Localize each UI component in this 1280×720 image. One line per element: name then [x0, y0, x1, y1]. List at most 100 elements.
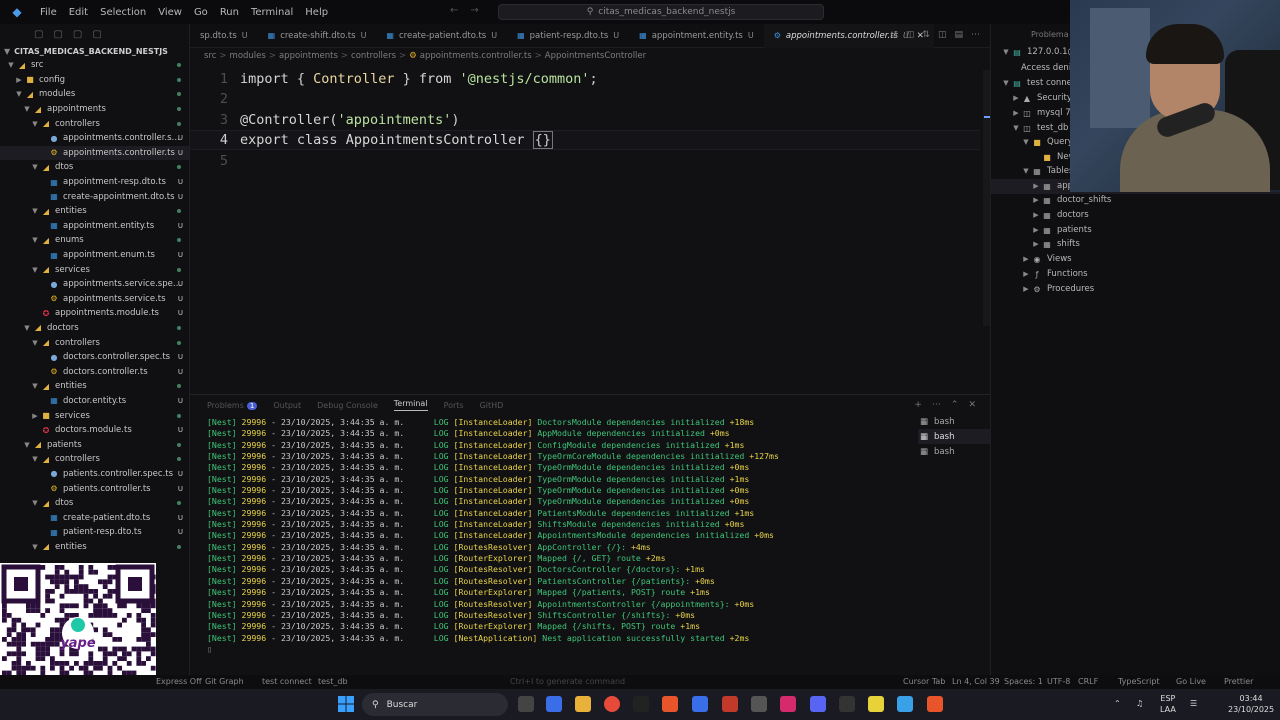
tab-sp-dto-ts[interactable]: sp.dto.ts U: [190, 24, 258, 48]
db-tree-item[interactable]: ▶ ◉ Views: [991, 252, 1071, 267]
code-line-2[interactable]: 2: [190, 89, 980, 109]
wifi-icon[interactable]: ☰: [1190, 698, 1197, 709]
tree-item[interactable]: ⚙ patients.controller.ts U: [0, 481, 189, 496]
status-golive[interactable]: Go Live: [1176, 677, 1206, 686]
keyboard-language[interactable]: ESP LAA: [1160, 693, 1176, 715]
tree-item[interactable]: ▼ ◢ src: [0, 58, 189, 73]
history-icon[interactable]: ↺: [890, 30, 898, 40]
breadcrumb-item[interactable]: appointments: [279, 51, 338, 61]
tree-item[interactable]: ▶ ■ services: [0, 408, 189, 423]
tree-item[interactable]: ▼ ◢ dtos: [0, 160, 189, 175]
menu-run[interactable]: Run: [214, 7, 245, 18]
close-icon[interactable]: ✕: [968, 400, 976, 410]
taskbar-search[interactable]: ⚲ Buscar: [362, 693, 508, 716]
tree-item[interactable]: ▦ create-appointment.dto.ts U: [0, 189, 189, 204]
tree-item[interactable]: ● appointments.controller.spe... U: [0, 131, 189, 146]
chrome-icon[interactable]: [604, 696, 620, 712]
tree-item[interactable]: ⚙ appointments.service.ts U: [0, 292, 189, 307]
windows-start-icon[interactable]: [338, 696, 354, 712]
tree-item[interactable]: ▼ ◢ enums: [0, 233, 189, 248]
tree-item[interactable]: ▼ ◢ entities: [0, 204, 189, 219]
tree-item[interactable]: ● patients.controller.spec.ts U: [0, 467, 189, 482]
tab-githd[interactable]: GitHD: [480, 401, 504, 410]
split-editor-icon[interactable]: ◫: [938, 30, 947, 40]
status-express[interactable]: Express Off: [156, 677, 202, 686]
nav-arrows[interactable]: ←→: [450, 5, 491, 16]
tray-chevron-icon[interactable]: ⌃: [1114, 698, 1121, 709]
tab-create-shift-dto-ts[interactable]: ▦ create-shift.dto.ts U: [258, 24, 377, 48]
tree-item[interactable]: ● appointments.service.spec.ts U: [0, 277, 189, 292]
app-icon[interactable]: [897, 696, 913, 712]
tree-item[interactable]: ● doctors.controller.spec.ts U: [0, 350, 189, 365]
app-icon[interactable]: [780, 696, 796, 712]
status-cursor-tab[interactable]: Cursor Tab: [903, 677, 945, 686]
breadcrumb-item[interactable]: modules: [230, 51, 266, 61]
tree-item[interactable]: ▦ appointment-resp.dto.ts U: [0, 175, 189, 190]
file-explorer-icon[interactable]: [575, 696, 591, 712]
tab-debug-console[interactable]: Debug Console: [317, 401, 378, 410]
copilot-icon[interactable]: [546, 696, 562, 712]
status-database[interactable]: test_db: [318, 677, 348, 686]
tree-item[interactable]: ▼ ◢ controllers: [0, 452, 189, 467]
tab-terminal[interactable]: Terminal: [393, 399, 428, 411]
code-line-4[interactable]: 4 export class AppointmentsController {}: [190, 130, 980, 150]
tree-item[interactable]: ▦ doctor.entity.ts U: [0, 394, 189, 409]
tab-output[interactable]: Output: [273, 401, 301, 410]
command-search[interactable]: ⚲ citas_medicas_backend_nestjs: [498, 4, 824, 20]
menu-help[interactable]: Help: [299, 7, 334, 18]
tray-mic-icon[interactable]: ♫: [1136, 698, 1143, 709]
cursor-app-icon[interactable]: [633, 696, 649, 712]
db-tree-item[interactable]: ▶ ▦ doctor_shifts: [991, 193, 1111, 208]
status-git-graph[interactable]: Git Graph: [205, 677, 244, 686]
menu-file[interactable]: File: [34, 7, 63, 18]
task-view-icon[interactable]: [518, 696, 534, 712]
tab-ports[interactable]: Ports: [444, 401, 464, 410]
more-icon[interactable]: ⋯: [971, 30, 980, 40]
tree-item[interactable]: ▦ appointment.enum.ts U: [0, 248, 189, 263]
db-tree-item[interactable]: ▶ ▲ Security: [991, 91, 1072, 106]
tree-item[interactable]: ▼ ◢ doctors: [0, 321, 189, 336]
app-icon[interactable]: [927, 696, 943, 712]
db-tree-item[interactable]: ▼ ◫ test_db 3.: [991, 121, 1079, 136]
tab-create-patient-dto-ts[interactable]: ▦ create-patient.dto.ts U: [376, 24, 507, 48]
brave-icon[interactable]: [662, 696, 678, 712]
app-icon[interactable]: [751, 696, 767, 712]
tree-item[interactable]: ▼ ◢ dtos: [0, 496, 189, 511]
more-icon[interactable]: ⋯: [932, 400, 941, 410]
discord-icon[interactable]: [810, 696, 826, 712]
status-eol[interactable]: CRLF: [1078, 677, 1098, 686]
compare-icon[interactable]: ◫: [906, 30, 915, 40]
sync-icon[interactable]: ⇅: [922, 30, 930, 40]
tree-item[interactable]: ✪ doctors.module.ts U: [0, 423, 189, 438]
code-line-5[interactable]: 5: [190, 151, 980, 171]
menu-edit[interactable]: Edit: [63, 7, 94, 18]
db-tree-item[interactable]: ▼ ■ Query: [991, 135, 1073, 150]
tree-item[interactable]: ▼ ◢ modules: [0, 87, 189, 102]
status-spaces[interactable]: Spaces: 1: [1004, 677, 1043, 686]
db-tree-item[interactable]: ▶ ƒ Functions: [991, 267, 1087, 282]
tree-item[interactable]: ✪ appointments.module.ts U: [0, 306, 189, 321]
app-icon[interactable]: [692, 696, 708, 712]
tree-item[interactable]: ▼ ◢ controllers: [0, 116, 189, 131]
terminal-instance[interactable]: ▦ bash: [918, 444, 990, 459]
terminal-cursor[interactable]: ▯: [207, 644, 779, 655]
tree-item[interactable]: ▦ appointment.entity.ts U: [0, 219, 189, 234]
app-icon[interactable]: [722, 696, 738, 712]
clock[interactable]: 03:44 23/10/2025: [1228, 693, 1274, 715]
status-prettier[interactable]: Prettier: [1224, 677, 1253, 686]
terminal-instance[interactable]: ▦ bash: [918, 429, 990, 444]
tree-item[interactable]: ▦ create-patient.dto.ts U: [0, 510, 189, 525]
tree-item[interactable]: ▦ patient-resp.dto.ts U: [0, 525, 189, 540]
terminal-instance[interactable]: ▦ bash: [918, 414, 990, 429]
db-tree-item[interactable]: ▶ ◫ mysql 7.8: [991, 106, 1078, 121]
tree-item[interactable]: ▼ ◢ entities: [0, 540, 189, 555]
code-line-3[interactable]: 3 @Controller( 'appointments' ): [190, 110, 980, 130]
status-encoding[interactable]: UTF-8: [1047, 677, 1070, 686]
status-language[interactable]: TypeScript: [1118, 677, 1160, 686]
db-tree-item[interactable]: ▼ ▤ 127.0.0.1@: [991, 45, 1076, 60]
code-editor[interactable]: 1 import { Controller } from '@nestjs/co…: [190, 66, 990, 388]
db-tree-item[interactable]: Access denied: [991, 61, 1082, 76]
menu-terminal[interactable]: Terminal: [245, 7, 299, 18]
project-title[interactable]: ▼ CITAS_MEDICAS_BACKEND_NESTJS: [0, 44, 189, 58]
tree-item[interactable]: ▼ ◢ patients: [0, 437, 189, 452]
